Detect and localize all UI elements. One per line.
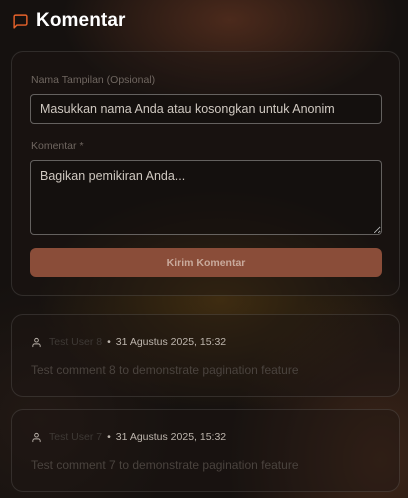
comment-form: Nama Tampilan (Opsional) Komentar * Kiri… [11, 51, 400, 296]
comment-meta: Test User 8 • 31 Agustus 2025, 15:32 [31, 336, 226, 348]
comment-item: Test User 8 • 31 Agustus 2025, 15:32 Tes… [11, 314, 400, 397]
comment-textarea[interactable] [30, 160, 382, 235]
comments-header: Komentar [12, 9, 125, 33]
comment-timestamp: 31 Agustus 2025, 15:32 [115, 431, 227, 443]
name-field-label: Nama Tampilan (Opsional) [31, 74, 156, 86]
meta-separator: • [107, 336, 111, 348]
comment-text: Test comment 8 to demonstrate pagination… [31, 363, 299, 377]
comment-author: Test User 7 [49, 431, 103, 443]
user-icon [31, 337, 42, 348]
user-icon [31, 432, 42, 443]
comment-timestamp: 31 Agustus 2025, 15:32 [115, 336, 227, 348]
message-square-icon [12, 13, 29, 30]
meta-separator: • [107, 431, 111, 443]
page-title: Komentar [36, 10, 126, 31]
comment-text: Test comment 7 to demonstrate pagination… [31, 458, 299, 472]
comment-author: Test User 8 [49, 336, 103, 348]
display-name-input[interactable] [30, 94, 382, 124]
submit-comment-button[interactable]: Kirim Komentar [30, 248, 382, 277]
comment-item: Test User 7 • 31 Agustus 2025, 15:32 Tes… [11, 409, 400, 492]
comment-field-label: Komentar * [31, 140, 84, 152]
comment-meta: Test User 7 • 31 Agustus 2025, 15:32 [31, 431, 226, 443]
